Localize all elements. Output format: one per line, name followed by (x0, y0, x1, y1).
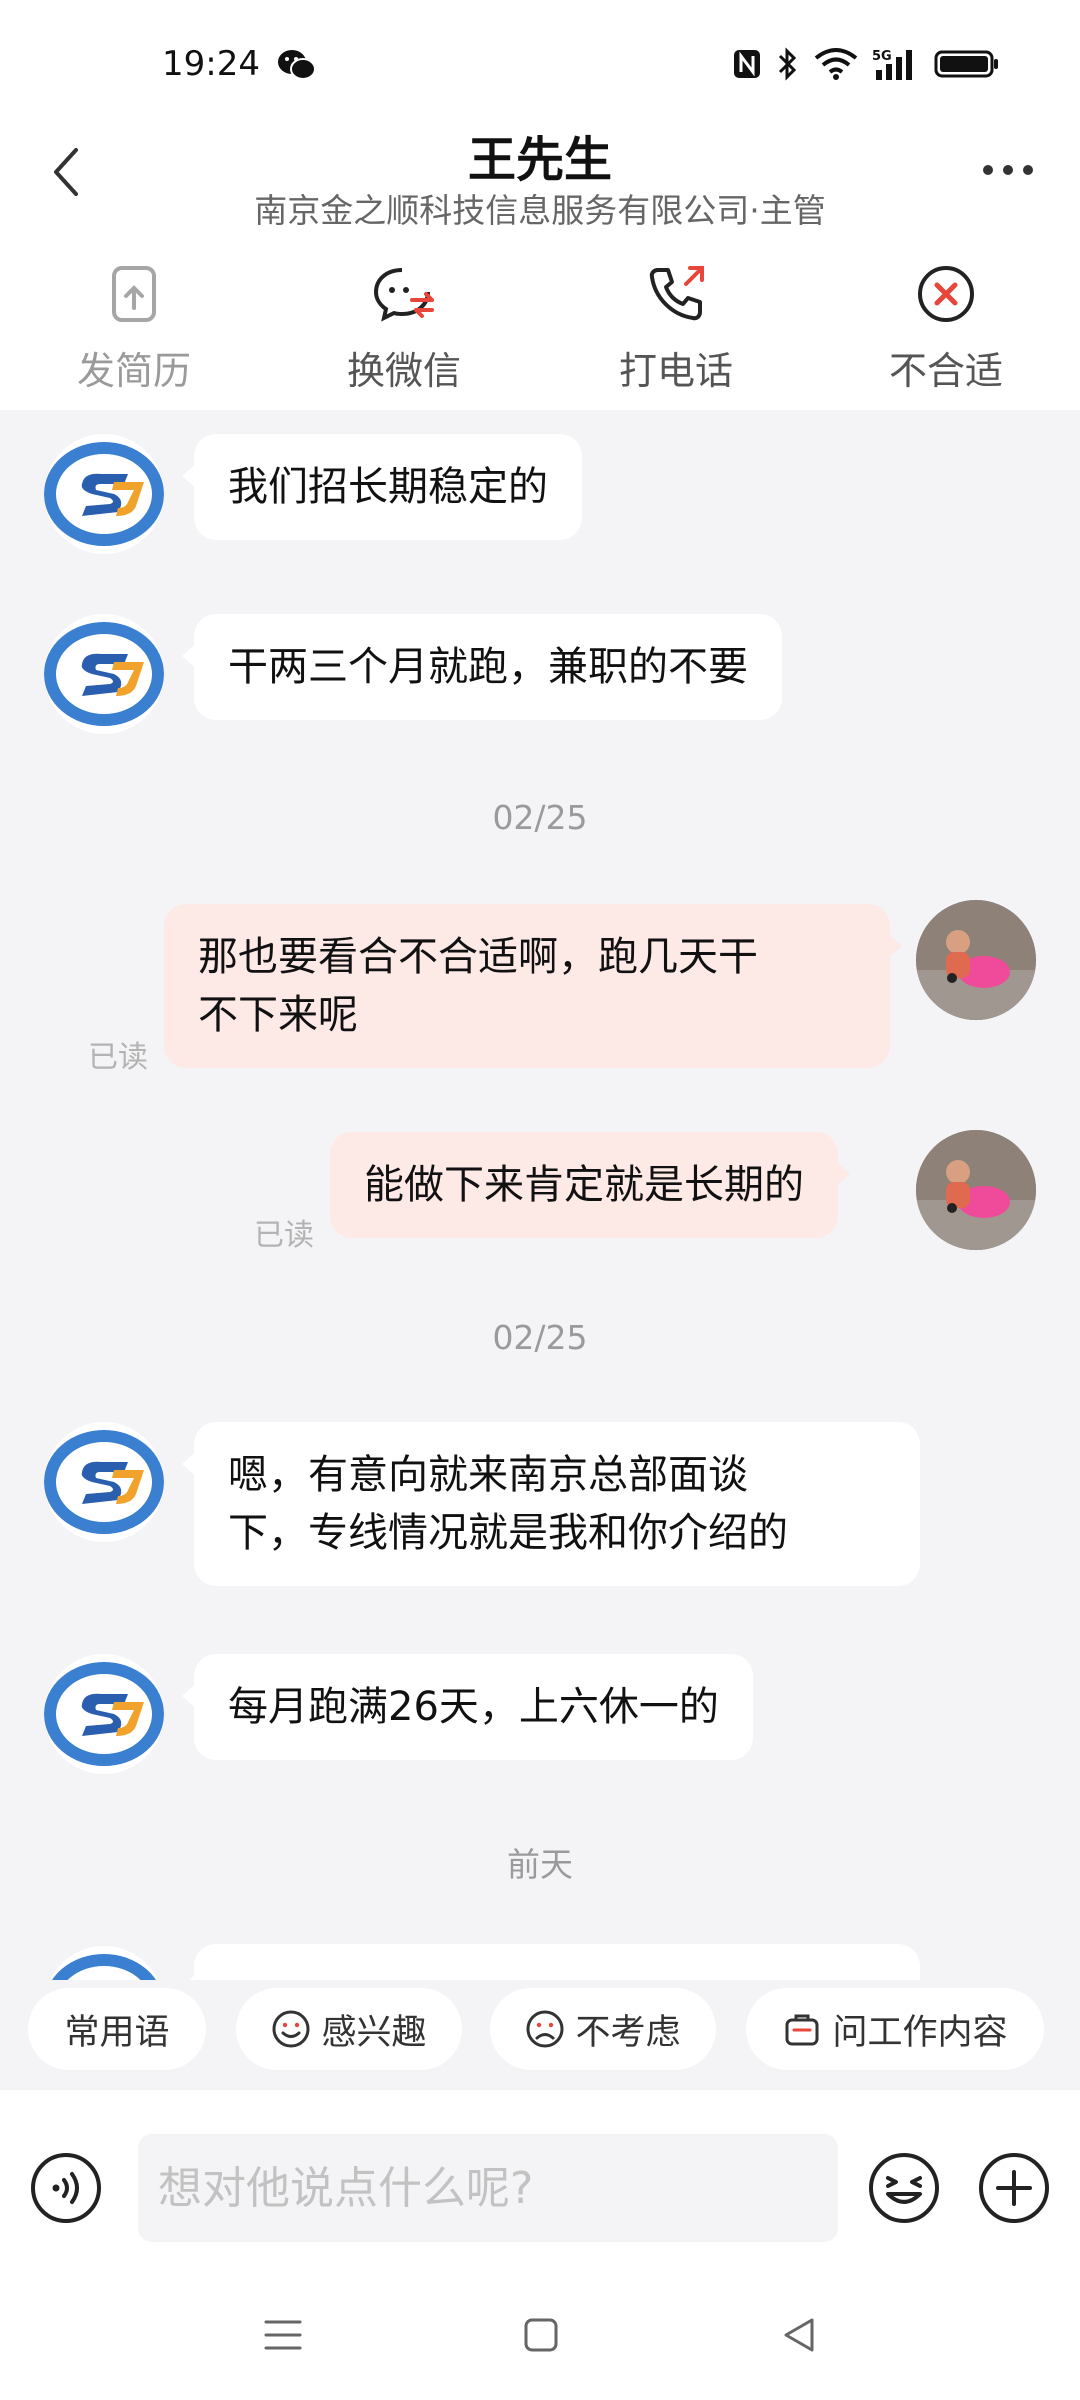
briefcase-icon (785, 2014, 819, 2046)
message-input-bar (0, 2100, 1080, 2280)
incoming-message[interactable]: 干两三个月就跑，兼职的不要 (182, 614, 782, 720)
contact-avatar[interactable] (44, 1654, 164, 1774)
action-label: 打电话 (618, 349, 733, 393)
contact-company-title: 南京金之顺科技信息服务有限公司·主管 (254, 191, 826, 230)
company-logo-icon (44, 1662, 164, 1766)
date-separator: 02/25 (492, 798, 588, 837)
more-options-icon[interactable] (978, 160, 1038, 180)
quick-replies-bar: 常用语 感兴趣 不考虑 问工作内容 (0, 1980, 1080, 2090)
message-text: 能做下来肯定就是长期的 (364, 1162, 804, 1208)
back-nav-icon[interactable] (774, 2310, 824, 2360)
status-time: 19:24 (162, 44, 260, 84)
message-text: 我们招长期稳定的 (228, 464, 548, 510)
reject-button[interactable]: 不合适 (846, 252, 1046, 410)
action-label: 不合适 (888, 349, 1003, 393)
send-resume-button[interactable]: 发简历 (34, 252, 234, 410)
contact-name[interactable]: 王先生 (0, 120, 1080, 190)
my-avatar[interactable] (916, 1130, 1036, 1250)
action-label: 换微信 (346, 349, 461, 393)
status-bar: 19:24 5G (0, 0, 1080, 120)
quick-reply-ask-job-content[interactable]: 问工作内容 (746, 1988, 1044, 2070)
outgoing-message[interactable]: 那也要看合不合适啊，跑几天干 不下来呢 (164, 904, 902, 1068)
contact-avatar[interactable] (44, 614, 164, 734)
message-text: 干两三个月就跑，兼职的不要 (228, 644, 748, 690)
action-label: 发简历 (76, 349, 191, 393)
incoming-message[interactable]: 每月跑满26天，上六休一的 (182, 1654, 753, 1760)
phone-call-icon (649, 266, 704, 321)
child-photo-icon (916, 1130, 1036, 1250)
5g-signal-icon: 5G (872, 49, 912, 80)
chip-label: 感兴趣 (321, 2012, 427, 2053)
home-nav-icon[interactable] (516, 2310, 566, 2360)
bluetooth-icon (778, 47, 797, 81)
chip-label: 不考虑 (575, 2012, 681, 2053)
message-text: 每月跑满26天，上六休一的 (228, 1684, 719, 1730)
read-status: 已读 (254, 1218, 314, 1253)
message-text-line: 嗯，有意向就来南京总部面谈 (228, 1452, 748, 1498)
menu-nav-icon[interactable] (258, 2310, 308, 2360)
phone-call-button[interactable]: 打电话 (576, 252, 776, 410)
read-status: 已读 (88, 1040, 148, 1075)
company-logo-icon (44, 1430, 164, 1534)
contact-avatar[interactable] (44, 1946, 164, 1980)
exchange-wechat-button[interactable]: 换微信 (304, 252, 504, 410)
wifi-icon (814, 48, 858, 80)
contact-avatar[interactable] (44, 434, 164, 554)
message-text-line: 下，专线情况就是我和你介绍的 (228, 1510, 788, 1556)
message-input[interactable] (138, 2134, 838, 2242)
voice-input-icon[interactable] (28, 2150, 104, 2226)
date-separator: 02/25 (492, 1318, 588, 1357)
chat-messages[interactable]: 我们招长期稳定的 干两三个月就跑，兼职的不要 02/25 那也要看合不合适啊，跑… (0, 410, 1080, 1980)
battery-icon (934, 50, 998, 78)
send-resume-icon (112, 266, 156, 322)
company-logo-icon (44, 442, 164, 546)
quick-reply-not-considering[interactable]: 不考虑 (490, 1988, 716, 2070)
chip-label: 常用语 (64, 2012, 170, 2053)
plus-icon[interactable] (976, 2150, 1052, 2226)
quick-reply-common-phrases[interactable]: 常用语 (28, 1988, 206, 2070)
emoji-icon[interactable] (866, 2150, 942, 2226)
message-text-line: 不下来呢 (198, 992, 358, 1038)
child-photo-icon (916, 900, 1036, 1020)
my-avatar[interactable] (916, 900, 1036, 1020)
exchange-wechat-icon (373, 268, 434, 322)
chat-header: 王先生 南京金之顺科技信息服务有限公司·主管 (0, 120, 1080, 235)
system-nav-bar (0, 2280, 1080, 2400)
company-logo-icon (52, 1954, 156, 1980)
outgoing-message[interactable]: 能做下来肯定就是长期的 (330, 1132, 850, 1238)
incoming-message[interactable]: 我们招长期稳定的 (182, 434, 582, 540)
date-separator: 前天 (507, 1845, 573, 1884)
contact-avatar[interactable] (44, 1422, 164, 1542)
action-bar: 发简历 换微信 打电话 不合适 (0, 252, 1080, 410)
nfc-icon (734, 50, 760, 78)
message-text-line: 那也要看合不合适啊，跑几天干 (198, 934, 758, 980)
wechat-icon (278, 50, 316, 80)
frown-icon (526, 2010, 564, 2048)
incoming-message[interactable] (182, 1944, 920, 1980)
reject-icon (918, 266, 974, 322)
company-logo-icon (44, 622, 164, 726)
smile-icon (272, 2010, 310, 2048)
status-icons: 5G (732, 46, 1000, 82)
quick-reply-interested[interactable]: 感兴趣 (236, 1988, 462, 2070)
incoming-message[interactable]: 嗯，有意向就来南京总部面谈 下，专线情况就是我和你介绍的 (182, 1422, 920, 1586)
chip-label: 问工作内容 (832, 2012, 1008, 2053)
svg-text:5G: 5G (872, 49, 892, 64)
